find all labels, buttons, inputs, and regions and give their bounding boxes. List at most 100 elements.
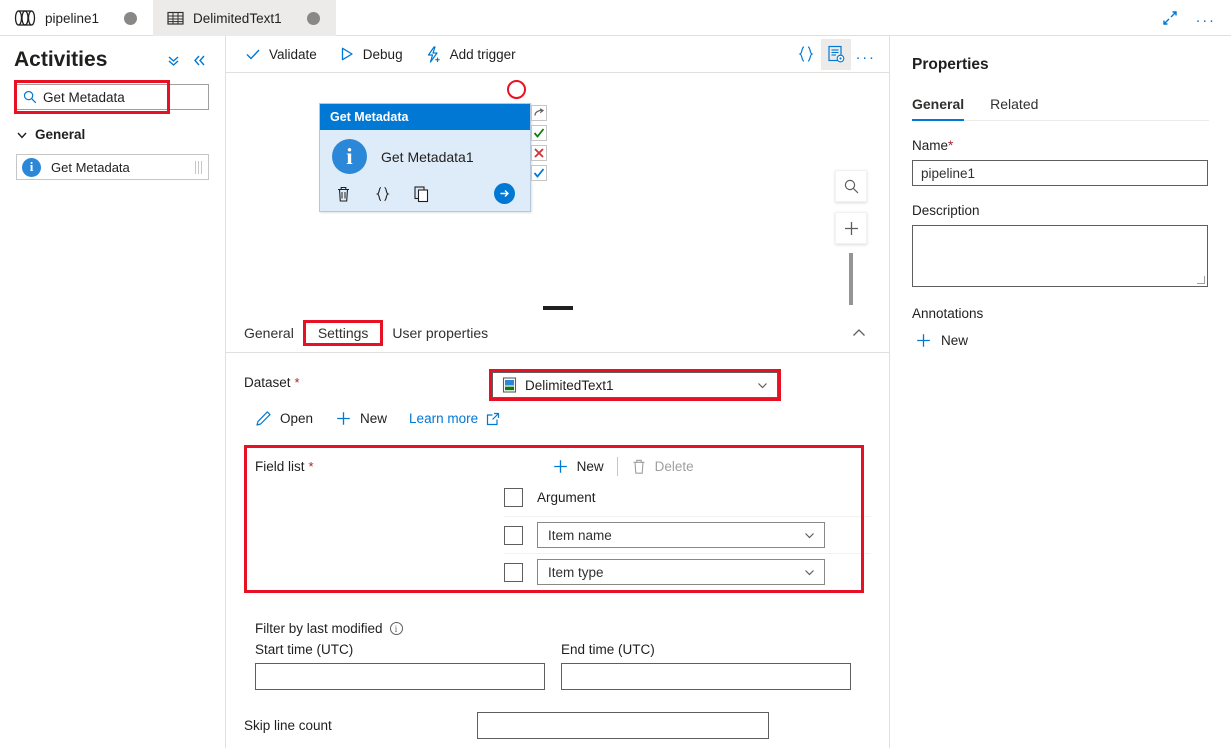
field-list-header: Field list * New (255, 457, 871, 476)
tab-general[interactable]: General (244, 313, 306, 353)
magnifier-icon (843, 178, 860, 195)
field-list-new-button[interactable]: New (552, 458, 604, 475)
field-list-delete-button[interactable]: Delete (631, 458, 694, 475)
tab-pipeline1[interactable]: pipeline1 (0, 0, 153, 36)
zoom-slider[interactable] (849, 253, 853, 305)
clone-icon[interactable] (413, 185, 430, 203)
search-input[interactable] (43, 90, 220, 105)
node-main: i Get Metadata1 (332, 139, 518, 174)
tab-settings[interactable]: Settings (306, 313, 381, 353)
add-annotation-label: New (941, 333, 968, 348)
select-all-checkbox[interactable] (504, 488, 523, 507)
end-time-col: End time (UTC) (561, 642, 851, 690)
description-textarea[interactable] (912, 225, 1208, 287)
delete-icon[interactable] (335, 185, 352, 203)
collapse-all-button[interactable] (165, 52, 181, 68)
collapse-panel-button[interactable] (191, 52, 207, 68)
activity-node-get-metadata1[interactable]: Get Metadata i Get Metadata1 (319, 103, 531, 212)
panel-resize-handle[interactable] (543, 306, 573, 310)
collapse-config-panel-button[interactable] (851, 325, 871, 341)
activity-item-label: Get Metadata (51, 160, 130, 175)
search-box[interactable] (16, 84, 209, 110)
debug-button[interactable]: Debug (328, 39, 414, 69)
properties-tab-general[interactable]: General (912, 96, 964, 120)
skip-line-count-row: Skip line count (244, 712, 871, 739)
open-dataset-button[interactable]: Open (255, 410, 313, 427)
code-braces-icon (797, 45, 815, 63)
tab-label: Settings (318, 325, 369, 341)
properties-tab-related[interactable]: Related (990, 96, 1038, 120)
tab-delimitedtext1[interactable]: DelimitedText1 (153, 0, 336, 36)
add-trigger-button[interactable]: Add trigger (414, 39, 527, 69)
dataset-select-wrap: DelimitedText1 (492, 372, 778, 398)
code-icon[interactable] (374, 185, 391, 203)
canvas-more-button[interactable]: ... (851, 39, 881, 70)
chevron-down-icon (803, 529, 816, 542)
table-icon (167, 10, 184, 26)
tab-user-properties[interactable]: User properties (380, 313, 500, 353)
arrow-right-icon[interactable] (494, 183, 515, 204)
start-time-input[interactable] (255, 663, 545, 690)
plus-icon (335, 410, 352, 427)
success-handle-icon[interactable] (531, 125, 547, 141)
canvas-circle-annotation (507, 80, 526, 99)
more-menu-button[interactable]: ... (1191, 3, 1221, 33)
name-field-group: Name* pipeline1 (912, 138, 1209, 186)
activities-search-wrap (16, 84, 209, 110)
properties-panel: Properties General Related Name* pipelin… (891, 36, 1231, 748)
dataset-links: Open New Learn more (244, 410, 871, 427)
drag-grip-icon[interactable] (195, 161, 202, 174)
tabbar-spacer (336, 0, 1155, 35)
tab-label: User properties (392, 325, 488, 341)
skip-line-count-input[interactable] (477, 712, 769, 739)
app-root: pipeline1 DelimitedText1 (0, 0, 1231, 748)
field-argument-select[interactable]: Item name (537, 522, 825, 548)
document-tab-bar: pipeline1 DelimitedText1 (0, 0, 1231, 36)
add-annotation-button[interactable]: New (912, 332, 1209, 349)
tab-status-dot (307, 12, 320, 25)
field-argument-value: Item type (548, 565, 604, 580)
activity-item-get-metadata[interactable]: i Get Metadata (16, 154, 209, 180)
tabbar-actions: ... (1155, 0, 1231, 35)
code-view-button[interactable] (791, 39, 821, 70)
dataset-required-marker: * (295, 375, 300, 390)
zoom-to-fit-button[interactable] (835, 170, 867, 202)
external-link-icon (486, 412, 500, 426)
node-connector-handles (531, 105, 547, 181)
chevron-down-icon (756, 379, 769, 392)
skip-handle-icon[interactable] (531, 105, 547, 121)
field-argument-select[interactable]: Item type (537, 559, 825, 585)
tab-label: pipeline1 (45, 11, 99, 26)
properties-toggle-button[interactable] (821, 39, 851, 70)
info-icon[interactable]: i (390, 622, 403, 635)
field-list-section: Field list * New (244, 445, 871, 593)
end-time-input[interactable] (561, 663, 851, 690)
tab-label: Related (990, 96, 1038, 112)
row-checkbox[interactable] (504, 563, 523, 582)
open-label: Open (280, 411, 313, 426)
pipeline-canvas[interactable]: Get Metadata i Get Metadata1 (226, 73, 889, 305)
validate-button[interactable]: Validate (234, 39, 328, 69)
name-label-row: Name* (912, 138, 1209, 153)
completion-handle-icon[interactable] (531, 165, 547, 181)
row-checkbox[interactable] (504, 526, 523, 545)
pipeline-icon (14, 10, 36, 26)
properties-panel-icon (826, 44, 846, 64)
name-required-marker: * (948, 138, 953, 153)
filter-label: Filter by last modified (255, 621, 383, 636)
canvas-zoom-controls (835, 170, 867, 254)
collapse-expand-button[interactable] (1155, 3, 1185, 33)
learn-more-link[interactable]: Learn more (409, 411, 500, 426)
name-label: Name (912, 138, 948, 153)
activity-group-general[interactable]: General (16, 127, 209, 142)
dataset-select[interactable]: DelimitedText1 (492, 372, 778, 398)
zoom-in-button[interactable] (835, 212, 867, 244)
double-chevron-left-icon (192, 53, 207, 68)
new-dataset-button[interactable]: New (335, 410, 387, 427)
activity-config-tabs: General Settings User properties (226, 313, 889, 353)
info-icon: i (22, 158, 41, 177)
activities-header: Activities (0, 36, 225, 78)
name-input[interactable]: pipeline1 (912, 160, 1208, 186)
more-menu-icon: ... (1196, 10, 1216, 25)
failure-handle-icon[interactable] (531, 145, 547, 161)
